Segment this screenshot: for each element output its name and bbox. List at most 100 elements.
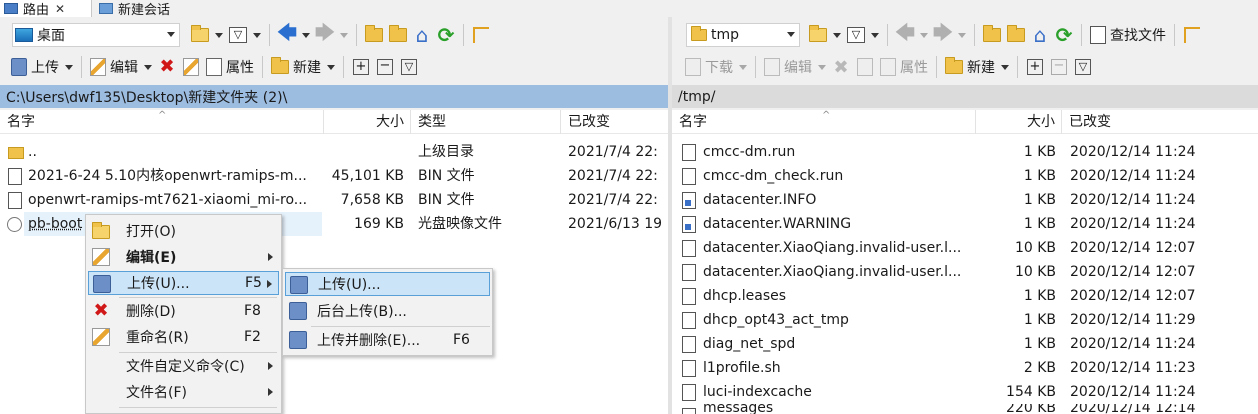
chevron-down-icon[interactable]: [739, 64, 747, 70]
new-label: 新建: [293, 60, 321, 76]
chevron-down-icon[interactable]: [871, 32, 879, 38]
edit-button[interactable]: 编辑: [761, 55, 815, 79]
menu-item-upload[interactable]: 上传(U)... F5: [88, 271, 279, 295]
computer-icon: [4, 3, 18, 14]
local-path-bar[interactable]: C:\Users\dwf135\Desktop\新建文件夹 (2)\: [0, 85, 668, 108]
chevron-down-icon[interactable]: [253, 32, 261, 38]
chevron-down-icon[interactable]: [833, 32, 841, 38]
open-folder-button[interactable]: [806, 23, 830, 47]
table-row[interactable]: dhcp_opt43_act_tmp 1 KB 2020/12/14 11:29: [672, 308, 1258, 332]
upload-button[interactable]: 上传: [8, 55, 62, 79]
filter-select-button[interactable]: ▽: [1071, 55, 1095, 79]
rename-button[interactable]: [853, 55, 877, 79]
root-dir-button[interactable]: [386, 23, 410, 47]
tree-view-button[interactable]: [1180, 23, 1204, 47]
table-row[interactable]: datacenter.XiaoQiang.invalid-user.l... 1…: [672, 260, 1258, 284]
new-button[interactable]: 新建: [942, 55, 998, 79]
remote-location-combo[interactable]: tmp: [686, 23, 800, 47]
delete-button[interactable]: ✖: [829, 55, 853, 79]
chevron-down-icon[interactable]: [65, 64, 73, 70]
home-button[interactable]: ⌂: [1028, 23, 1052, 47]
unselect-button[interactable]: −: [1047, 55, 1071, 79]
local-location-combo[interactable]: 桌面: [12, 23, 180, 47]
download-button[interactable]: 下载: [682, 55, 736, 79]
new-button[interactable]: 新建: [268, 55, 324, 79]
remote-file-list[interactable]: 名字 ^ 大小 已改变 cmcc-dm.run 1 KB 2020/12/14 …: [672, 110, 1258, 414]
menu-item-rename[interactable]: 重命名(R) F2: [88, 325, 279, 349]
filter-button[interactable]: ▽: [844, 23, 868, 47]
submenu-item-upload-and-delete[interactable]: 上传并删除(E)... F6: [285, 328, 490, 352]
remote-path-bar[interactable]: /tmp/: [672, 85, 1258, 108]
chevron-down-icon[interactable]: [1001, 64, 1009, 70]
file-modified: 2020/12/14 11:29: [1070, 312, 1196, 328]
table-row[interactable]: diag_net_spd 1 KB 2020/12/14 11:24: [672, 332, 1258, 356]
table-row[interactable]: messages 220 KB 2020/12/14 12:14: [672, 404, 1258, 414]
menu-item-custom-commands[interactable]: 文件自定义命令(C): [88, 354, 279, 378]
table-row[interactable]: openwrt-ramips-mt7621-xiaomi_mi-ro... 7,…: [0, 188, 668, 212]
column-modified[interactable]: 已改变: [1062, 110, 1258, 134]
tab-new-session[interactable]: 新建会话: [95, 0, 205, 18]
file-size: 45,101 KB: [331, 168, 404, 184]
parent-dir-button[interactable]: [362, 23, 386, 47]
filter-button[interactable]: ▽: [226, 23, 250, 47]
menu-item-label: 重命名(R): [126, 330, 189, 346]
forward-button[interactable]: 🡆: [313, 20, 337, 47]
submenu-item-background-upload[interactable]: 后台上传(B)...: [285, 299, 490, 323]
table-row[interactable]: datacenter.WARNING 1 KB 2020/12/14 11:24: [672, 212, 1258, 236]
properties-button[interactable]: 属性: [203, 55, 257, 79]
tree-view-button[interactable]: [469, 23, 493, 47]
parent-folder-icon: [983, 25, 1001, 42]
table-row[interactable]: .. 上级目录 2021/7/4 22:: [0, 140, 668, 164]
table-row[interactable]: 2021-6-24 5.10内核openwrt-ramips-m... 45,1…: [0, 164, 668, 188]
back-button[interactable]: 🡄: [275, 20, 299, 47]
home-button[interactable]: ⌂: [410, 23, 434, 47]
chevron-down-icon[interactable]: [144, 64, 152, 70]
chevron-down-icon[interactable]: [958, 32, 966, 38]
unselect-button[interactable]: −: [373, 55, 397, 79]
chevron-down-icon[interactable]: [818, 64, 826, 70]
file-context-menu: 打开(O) 编辑(E) 上传(U)... F5 ✖ 删除(D) F8 重命名(R…: [85, 214, 282, 414]
rename-button[interactable]: [179, 55, 203, 79]
table-row[interactable]: luci-indexcache 154 KB 2020/12/14 11:24: [672, 380, 1258, 404]
parent-dir-button[interactable]: [980, 23, 1004, 47]
refresh-button[interactable]: ⟳: [1052, 23, 1076, 47]
submenu-item-upload[interactable]: 上传(U)...: [285, 272, 490, 296]
table-row[interactable]: datacenter.XiaoQiang.invalid-user.l... 1…: [672, 236, 1258, 260]
chevron-down-icon[interactable]: [215, 32, 223, 38]
edit-label: 编辑: [784, 60, 812, 76]
column-type[interactable]: 类型: [411, 110, 561, 134]
table-row[interactable]: datacenter.INFO 1 KB 2020/12/14 11:24: [672, 188, 1258, 212]
select-all-button[interactable]: +: [349, 55, 373, 79]
menu-item-delete[interactable]: ✖ 删除(D) F8: [88, 299, 279, 323]
chevron-down-icon[interactable]: [302, 32, 310, 38]
select-all-button[interactable]: +: [1023, 55, 1047, 79]
open-folder-button[interactable]: [188, 23, 212, 47]
file-name: cmcc-dm_check.run: [703, 168, 844, 184]
close-icon[interactable]: ✕: [55, 2, 65, 16]
table-row[interactable]: dhcp.leases 1 KB 2020/12/14 12:07: [672, 284, 1258, 308]
table-row[interactable]: cmcc-dm.run 1 KB 2020/12/14 11:24: [672, 140, 1258, 164]
table-row[interactable]: l1profile.sh 2 KB 2020/12/14 11:23: [672, 356, 1258, 380]
chevron-down-icon[interactable]: [327, 64, 335, 70]
refresh-button[interactable]: ⟳: [434, 23, 458, 47]
tab-label: 路由: [23, 3, 50, 18]
table-row[interactable]: cmcc-dm_check.run 1 KB 2020/12/14 11:24: [672, 164, 1258, 188]
forward-button[interactable]: 🡆: [931, 20, 955, 47]
edit-button[interactable]: 编辑: [87, 55, 141, 79]
menu-item-edit[interactable]: 编辑(E): [88, 245, 279, 269]
column-size[interactable]: 大小: [976, 110, 1062, 134]
shortcut-file-icon: [682, 192, 696, 209]
back-button[interactable]: 🡄: [893, 20, 917, 47]
delete-button[interactable]: ✖: [155, 55, 179, 79]
find-files-button[interactable]: 查找文件: [1087, 23, 1169, 47]
menu-item-file-names[interactable]: 文件名(F): [88, 380, 279, 404]
menu-item-open[interactable]: 打开(O): [88, 219, 279, 243]
filter-select-button[interactable]: ▽: [397, 55, 421, 79]
column-size[interactable]: 大小: [324, 110, 411, 134]
chevron-down-icon[interactable]: [340, 32, 348, 38]
chevron-down-icon[interactable]: [920, 32, 928, 38]
tab-router[interactable]: 路由 ✕: [0, 0, 92, 18]
column-modified[interactable]: 已改变: [561, 110, 668, 134]
properties-button[interactable]: 属性: [877, 55, 931, 79]
root-dir-button[interactable]: [1004, 23, 1028, 47]
